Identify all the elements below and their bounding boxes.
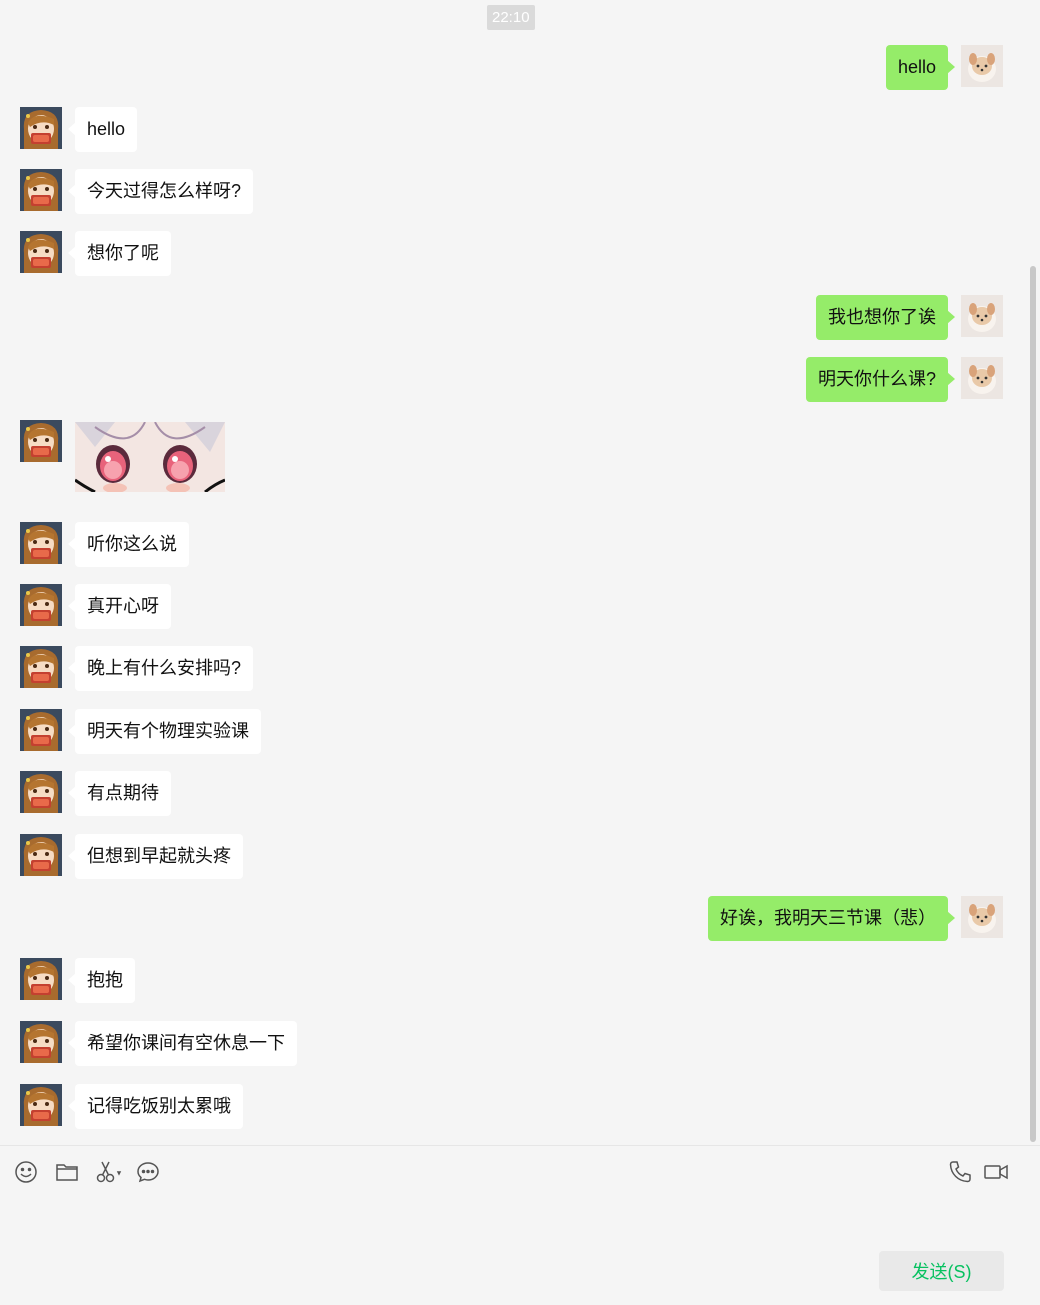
- timestamp: 22:10: [487, 5, 535, 30]
- message-bubble[interactable]: 记得吃饭别太累哦: [68, 1084, 243, 1129]
- message-bubble[interactable]: hello: [67, 107, 138, 152]
- message-bubble[interactable]: 有点期待: [68, 771, 171, 816]
- folder-icon[interactable]: [55, 1160, 79, 1184]
- chat-bubble-icon[interactable]: [136, 1160, 160, 1184]
- chat-scrollbar[interactable]: [1028, 0, 1038, 1145]
- contact-avatar[interactable]: [20, 584, 62, 626]
- sticker-image[interactable]: [75, 422, 225, 492]
- message-bubble[interactable]: 想你了呢: [68, 231, 171, 276]
- message-bubble[interactable]: 今天过得怎么样呀?: [67, 169, 254, 214]
- contact-avatar[interactable]: [20, 522, 62, 564]
- emoji-icon[interactable]: [14, 1160, 38, 1184]
- message-bubble[interactable]: 明天你什么课?: [805, 357, 956, 402]
- video-icon[interactable]: [983, 1160, 1009, 1184]
- contact-avatar[interactable]: [20, 1084, 62, 1126]
- message-bubble[interactable]: 晚上有什么安排吗?: [67, 646, 254, 691]
- message-bubble[interactable]: 但想到早起就头疼: [68, 834, 243, 879]
- self-avatar[interactable]: [961, 295, 1003, 337]
- scrollbar-thumb[interactable]: [1030, 266, 1036, 1142]
- self-avatar[interactable]: [961, 357, 1003, 399]
- message-bubble[interactable]: 我也想你了诶: [816, 295, 955, 340]
- message-bubble[interactable]: hello: [885, 45, 956, 90]
- contact-avatar[interactable]: [20, 646, 62, 688]
- message-bubble[interactable]: 听你这么说: [68, 522, 189, 567]
- contact-avatar[interactable]: [20, 169, 62, 211]
- send-button[interactable]: 发送(S): [879, 1251, 1004, 1291]
- contact-avatar[interactable]: [20, 771, 62, 813]
- self-avatar[interactable]: [961, 45, 1003, 87]
- contact-avatar[interactable]: [20, 231, 62, 273]
- contact-avatar[interactable]: [20, 107, 62, 149]
- message-bubble[interactable]: 好诶，我明天三节课（悲）: [708, 896, 955, 941]
- phone-icon[interactable]: [948, 1160, 972, 1184]
- message-bubble[interactable]: 希望你课间有空休息一下: [68, 1021, 297, 1066]
- input-divider: [0, 1145, 1040, 1146]
- contact-avatar[interactable]: [20, 1021, 62, 1063]
- self-avatar[interactable]: [961, 896, 1003, 938]
- message-bubble[interactable]: 明天有个物理实验课: [68, 709, 261, 754]
- chat-history: 22:10 hello hello 今天过得怎么样呀? 想你了呢 我也想你了诶 …: [0, 0, 1040, 1145]
- scissors-icon[interactable]: [95, 1160, 123, 1184]
- contact-avatar[interactable]: [20, 834, 62, 876]
- contact-avatar[interactable]: [20, 420, 62, 462]
- contact-avatar[interactable]: [20, 958, 62, 1000]
- message-bubble[interactable]: 抱抱: [68, 958, 135, 1003]
- message-input[interactable]: [15, 1200, 869, 1294]
- message-bubble[interactable]: 真开心呀: [68, 584, 171, 629]
- contact-avatar[interactable]: [20, 709, 62, 751]
